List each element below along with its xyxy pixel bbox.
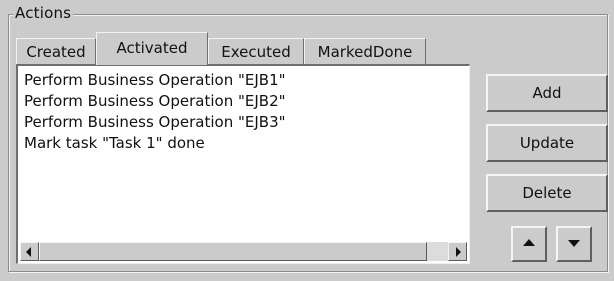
- tab-created[interactable]: Created: [16, 38, 96, 64]
- delete-button[interactable]: Delete: [486, 174, 608, 212]
- scroll-left-button[interactable]: [20, 242, 39, 261]
- arrow-left-icon: [26, 247, 31, 257]
- list-item[interactable]: Perform Business Operation "EJB2": [24, 91, 286, 112]
- scrollbar-thumb[interactable]: [39, 242, 427, 261]
- add-button[interactable]: Add: [486, 74, 608, 112]
- tab-activated[interactable]: Activated: [96, 32, 208, 65]
- arrow-right-icon: [456, 247, 461, 257]
- horizontal-scrollbar[interactable]: [20, 242, 467, 261]
- move-down-button[interactable]: [556, 226, 592, 262]
- arrow-down-icon: [568, 240, 580, 247]
- list-item[interactable]: Mark task "Task 1" done: [24, 133, 286, 154]
- actions-title: Actions: [13, 4, 74, 22]
- tab-markeddone[interactable]: MarkedDone: [304, 38, 426, 64]
- update-button[interactable]: Update: [486, 124, 608, 162]
- arrow-up-icon: [523, 239, 535, 246]
- list-item[interactable]: Perform Business Operation "EJB1": [24, 70, 286, 91]
- actions-list[interactable]: Perform Business Operation "EJB1" Perfor…: [16, 64, 470, 264]
- scroll-right-button[interactable]: [448, 242, 467, 261]
- tab-executed[interactable]: Executed: [208, 38, 304, 64]
- move-up-button[interactable]: [511, 226, 547, 262]
- list-item[interactable]: Perform Business Operation "EJB3": [24, 112, 286, 133]
